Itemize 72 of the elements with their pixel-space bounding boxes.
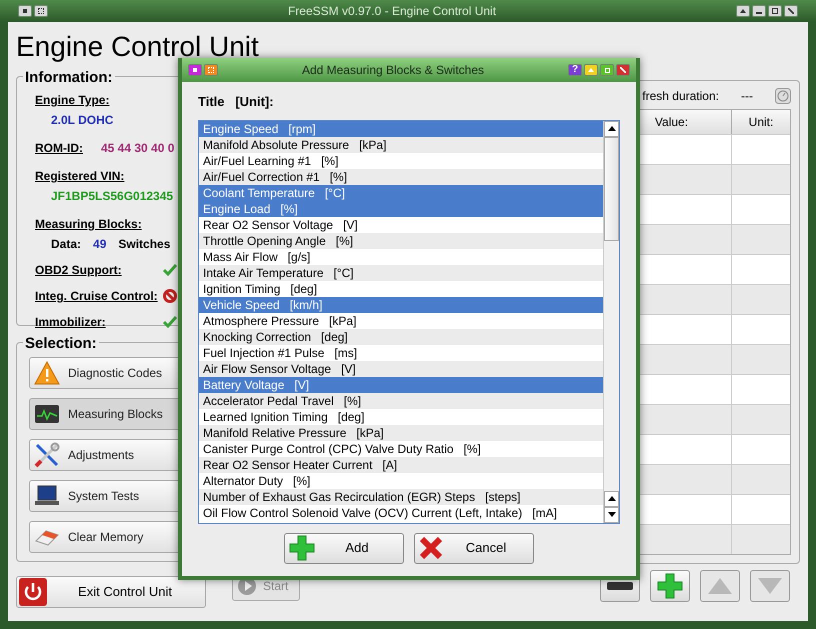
list-item[interactable]: Air/Fuel Correction #1 [%]: [199, 168, 603, 184]
list-item[interactable]: Vehicle Speed [km/h]: [199, 296, 603, 312]
plus-icon: [657, 573, 683, 599]
plus-icon: [289, 535, 315, 561]
column-header: Unit:: [732, 110, 790, 134]
maximize-icon[interactable]: [600, 64, 614, 76]
refresh-duration-value: ---: [741, 88, 753, 105]
data-count: 49: [93, 236, 106, 253]
list-item[interactable]: Rear O2 Sensor Heater Current [A]: [199, 456, 603, 472]
power-icon: [19, 578, 47, 606]
list-item[interactable]: Canister Purge Control (CPC) Valve Duty Ratio [%]: [199, 440, 603, 456]
scroll-up-icon[interactable]: [604, 490, 619, 506]
scroll-down-icon[interactable]: [604, 506, 619, 522]
scroll-up-icon[interactable]: [604, 120, 619, 136]
monitor-icon: [34, 404, 60, 424]
minus-icon: [606, 581, 634, 591]
list-item[interactable]: Intake Air Temperature [°C]: [199, 264, 603, 280]
list-item[interactable]: Accelerator Pedal Travel [%]: [199, 392, 603, 408]
dialog-title: Add Measuring Blocks & Switches: [300, 62, 486, 79]
window-menu-icon[interactable]: [18, 5, 32, 17]
list-item[interactable]: Battery Voltage [V]: [199, 376, 603, 392]
list-header: Title [Unit]:: [198, 93, 275, 111]
cross-icon: [419, 536, 443, 560]
scroll-thumb[interactable]: [604, 136, 619, 240]
engine-type-value: 2.0L DOHC: [50, 112, 114, 129]
list-item[interactable]: Atmosphere Pressure [kPa]: [199, 312, 603, 328]
list-item[interactable]: Air/Fuel Learning #1 [%]: [199, 152, 603, 168]
close-icon[interactable]: [616, 64, 630, 76]
exit-button[interactable]: Exit Control Unit: [16, 576, 206, 608]
minimize-icon[interactable]: [752, 5, 766, 17]
list-item[interactable]: Engine Load [%]: [199, 200, 603, 216]
up-triangle-icon: [707, 577, 733, 595]
grid-icon[interactable]: [34, 5, 48, 17]
timer-icon: [775, 88, 791, 104]
refresh-duration-label: fresh duration:: [642, 88, 719, 105]
list-item[interactable]: Air Flow Sensor Voltage [V]: [199, 360, 603, 376]
window-title: FreeSSM v0.97.0 - Engine Control Unit: [286, 3, 498, 20]
list-item[interactable]: Ignition Timing [deg]: [199, 280, 603, 296]
list-item[interactable]: Throttle Opening Angle [%]: [199, 232, 603, 248]
laptop-icon: [34, 485, 60, 507]
list-item[interactable]: Alternator Duty [%]: [199, 472, 603, 488]
page-heading: Engine Control Unit: [16, 30, 260, 64]
field-label: Integ. Cruise Control:: [35, 288, 158, 305]
field-label: ROM-ID:: [35, 140, 83, 157]
list-item[interactable]: Rear O2 Sensor Voltage [V]: [199, 216, 603, 232]
list-item[interactable]: Knocking Correction [deg]: [199, 328, 603, 344]
field-label: Data:: [51, 236, 82, 253]
add-button[interactable]: Add: [284, 532, 404, 564]
list-item[interactable]: Manifold Absolute Pressure [kPa]: [199, 136, 603, 152]
rom-id-value: 45 44 30 40 0: [101, 140, 174, 157]
cancel-button[interactable]: Cancel: [414, 532, 534, 564]
close-icon[interactable]: [784, 5, 798, 17]
scrollbar[interactable]: [603, 120, 619, 522]
list-item[interactable]: Mass Air Flow [g/s]: [199, 248, 603, 264]
field-label: Immobilizer:: [35, 314, 106, 331]
warning-icon: [34, 361, 60, 385]
list-item[interactable]: Oil Flow Control Solenoid Valve (OCV) Current (Left, Intake) [mA]: [199, 504, 603, 520]
list-item[interactable]: Manifold Relative Pressure [kPa]: [199, 424, 603, 440]
field-label: OBD2 Support:: [35, 262, 122, 279]
list-item[interactable]: Engine Speed [rpm]: [199, 120, 603, 136]
maximize-icon[interactable]: [768, 5, 782, 17]
list-item[interactable]: Number of Exhaust Gas Recirculation (EGR) Steps [steps]: [199, 488, 603, 504]
list-item[interactable]: Coolant Temperature [°C]: [199, 184, 603, 200]
list-item[interactable]: Learned Ignition Timing [deg]: [199, 408, 603, 424]
down-triangle-icon: [757, 577, 783, 595]
caret-up-icon[interactable]: [736, 5, 750, 17]
grid-icon[interactable]: [204, 64, 218, 76]
help-button[interactable]: ?: [568, 64, 582, 76]
caret-up-icon[interactable]: [584, 64, 598, 76]
window-menu-icon[interactable]: [188, 64, 202, 76]
tools-icon: [34, 442, 60, 468]
field-label: Switches: [118, 236, 170, 253]
